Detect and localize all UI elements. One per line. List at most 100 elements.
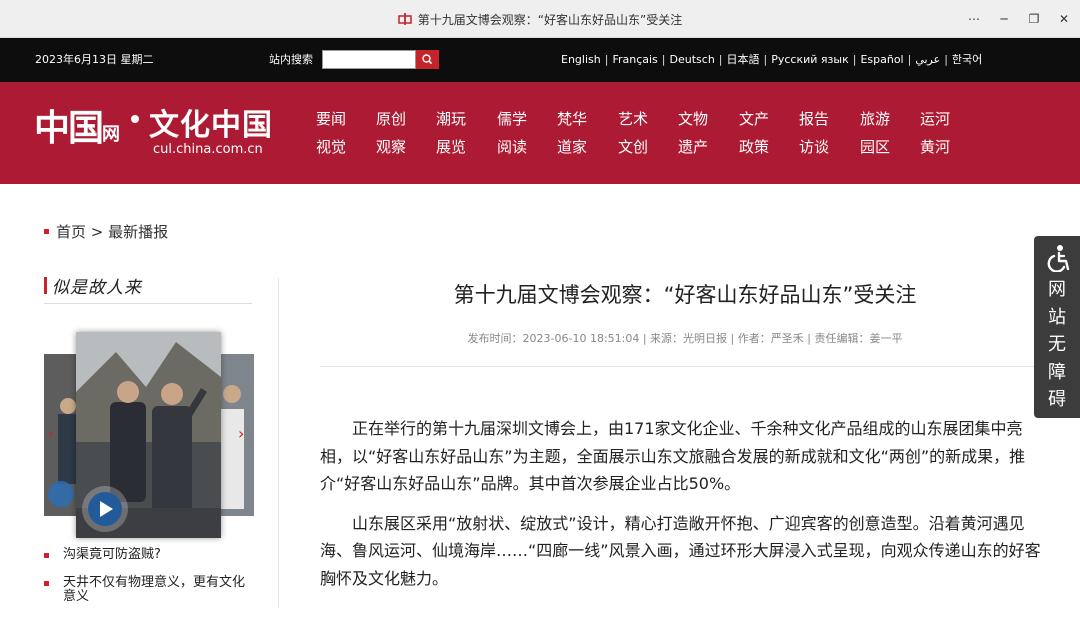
nav-item[interactable]: 园区 [860,136,904,164]
lang-arabic[interactable]: عربي [915,53,940,66]
nav-item[interactable]: 原创 [376,108,420,136]
logo-wang: 网 [102,124,121,145]
lang-russian[interactable]: Русский язык [771,53,848,66]
lang-japanese[interactable]: 日本語 [727,53,760,66]
nav-column: 旅游 园区 [860,108,904,164]
article-title: 第十九届文博会观察：“好客山东好品山东”受关注 [453,283,917,307]
accessibility-char: 障 [1048,361,1066,383]
article-paragraph: 正在举行的第十九届深圳文博会上，由171家文化企业、千余种文化产品组成的山东展团… [320,419,1026,493]
separator: | [852,53,857,66]
sidebar-header: 似是故人来 [44,272,252,304]
search-input[interactable] [322,50,416,69]
logo-dot [131,115,139,123]
more-options-icon[interactable]: ⋯ [964,9,984,29]
article-body: 正在举行的第十九届深圳文博会上，由171家文化企业、千余种文化产品组成的山东展团… [320,415,1045,604]
nav-item[interactable]: 儒学 [497,108,541,136]
article-divider [320,366,1050,367]
channel-url: cul.china.com.cn [153,142,263,157]
nav-item[interactable]: 艺术 [618,108,662,136]
nav-item[interactable]: 梵华 [557,108,601,136]
nav-item[interactable]: 阅读 [497,136,541,164]
lang-german[interactable]: Deutsch [670,53,715,66]
nav-item[interactable]: 视觉 [316,136,360,164]
nav-column: 文产 政策 [739,108,783,164]
window-titlebar: 第十九届文博会观察：“好客山东好品山东”受关注 ⋯ ─ ❐ ✕ [0,0,1080,38]
nav-item[interactable]: 报告 [799,108,843,136]
top-utility-bar: 2023年6月13日 星期二 站内搜索 English | Français | Deu… [0,38,1080,82]
logo-china: 中国 [34,107,104,149]
nav-item[interactable]: 文物 [678,108,722,136]
nav-column: 潮玩 展览 [436,108,480,164]
next-slide-thumbnail [220,354,254,516]
nav-column: 梵华 道家 [557,108,601,164]
minimize-button[interactable]: ─ [994,9,1014,29]
play-icon[interactable] [80,484,130,534]
breadcrumb-current[interactable]: 最新播报 [108,223,168,241]
channel-name: 文化中国 [149,108,273,143]
nav-item[interactable]: 文创 [618,136,662,164]
nav-column: 报告 访谈 [799,108,843,164]
accessibility-char: 站 [1048,306,1066,328]
site-favicon-icon [398,13,412,25]
list-item[interactable]: 天井不仅有物理意义，更有文化意义 [44,576,252,604]
nav-column: 运河 黄河 [920,108,964,164]
nav-item[interactable]: 旅游 [860,108,904,136]
separator: | [763,53,768,66]
carousel-active-slide[interactable] [76,332,221,538]
sidebar-title-bar [44,277,47,294]
article-meta: 发布时间：2023-06-10 18:51:04 | 来源：光明日报 | 作者：… [467,332,903,345]
lang-korean[interactable]: 한국어 [952,53,982,66]
logo-link[interactable]: 中国网 [34,99,120,151]
nav-column: 要闻 视觉 [316,108,360,164]
nav-item[interactable]: 访谈 [799,136,843,164]
separator: | [604,53,609,66]
nav-item[interactable]: 要闻 [316,108,360,136]
list-bullet [44,553,49,558]
list-bullet [44,581,49,586]
search-icon [422,54,433,65]
current-date: 2023年6月13日 星期二 [35,53,154,66]
site-header: 中国网 文化中国 cul.china.com.cn 要闻 视觉 原创 观察 潮玩 展览… [0,82,1080,184]
list-item-text: 沟渠竟可防盗贼? [63,547,161,562]
carousel-next-slide[interactable] [220,354,254,516]
breadcrumb-home[interactable]: 首页 [56,223,86,241]
language-links: English | Français | Deutsch | 日本語 | Русский язы… [561,51,982,67]
accessibility-toggle[interactable]: 网 站 无 障 碍 [1034,236,1080,418]
carousel-next-arrow-icon[interactable]: › [238,424,244,443]
lang-spanish[interactable]: Español [860,53,903,66]
list-item-text: 天井不仅有物理意义，更有文化意义 [63,575,246,604]
nav-column: 儒学 阅读 [497,108,541,164]
nav-item[interactable]: 运河 [920,108,964,136]
nav-item[interactable]: 潮玩 [436,108,480,136]
breadcrumb: 首页 > 最新播报 [44,221,168,242]
separator: | [944,53,948,66]
nav-item[interactable]: 遗产 [678,136,722,164]
separator: | [907,53,912,66]
separator: | [661,53,666,66]
nav-item[interactable]: 政策 [739,136,783,164]
nav-column: 艺术 文创 [618,108,662,164]
restore-button[interactable]: ❐ [1024,9,1044,29]
accessibility-label: 网 站 无 障 碍 [1034,276,1080,414]
nav-item[interactable]: 文产 [739,108,783,136]
nav-item[interactable]: 展览 [436,136,480,164]
lang-french[interactable]: Français [612,53,657,66]
video-carousel: ‹ › [44,332,254,538]
lang-english[interactable]: English [561,53,601,66]
list-item[interactable]: 沟渠竟可防盗贼? [44,548,252,562]
sidebar-title: 似是故人来 [52,278,142,298]
nav-item[interactable]: 观察 [376,136,420,164]
separator: | [718,53,723,66]
window-title-wrap: 第十九届文博会观察：“好客山东好品山东”受关注 [0,11,1080,28]
window-title: 第十九届文博会观察：“好客山东好品山东”受关注 [417,13,683,27]
nav-item[interactable]: 道家 [557,136,601,164]
carousel-prev-arrow-icon[interactable]: ‹ [48,424,54,443]
accessibility-char: 无 [1048,334,1066,355]
close-button[interactable]: ✕ [1054,9,1074,29]
search-button[interactable] [416,50,439,69]
accessibility-char: 网 [1048,279,1066,300]
article-paragraph: 山东展区采用“放射状、绽放式”设计，精心打造敞开怀抱、广迎宾客的创意造型。沿着黄… [320,513,1041,588]
nav-column: 文物 遗产 [678,108,722,164]
nav-item[interactable]: 黄河 [920,136,964,164]
breadcrumb-bullet [44,229,49,234]
